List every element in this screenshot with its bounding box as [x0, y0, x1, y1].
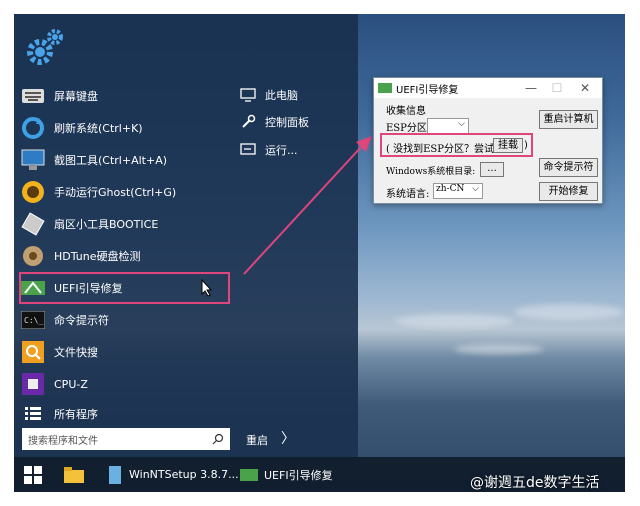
menu-item-label: 扇区小工具BOOTICE [54, 218, 159, 231]
cpuz-icon [20, 371, 46, 397]
start-repair-button[interactable]: 开始修复 [539, 182, 598, 201]
menu-item-label: 刷新系统(Ctrl+K) [54, 122, 143, 135]
maximize-button[interactable]: ☐ [548, 80, 566, 96]
menu-item-label: 屏幕键盘 [54, 90, 98, 103]
dialog-title: UEFI引导修复 [396, 84, 459, 96]
windows-root-label: Windows系统根目录: [386, 167, 476, 177]
hdtune-icon [20, 243, 46, 269]
menu-item-label: 截图工具(Ctrl+Alt+A) [54, 154, 168, 167]
esp-not-found-text: ( 没找到ESP分区？尝试 [386, 144, 494, 155]
uefi-app-icon [378, 83, 392, 93]
right-item-label: 此电脑 [265, 89, 298, 102]
uefi-item-highlight-box [19, 272, 230, 304]
folder-icon [64, 466, 84, 483]
windows-start-button[interactable] [24, 457, 42, 492]
browse-button[interactable]: ... [480, 162, 504, 177]
esp-not-found-close: ) [524, 140, 528, 151]
mount-button[interactable]: 挂载 [493, 138, 523, 153]
right-item-this-pc[interactable]: 此电脑 [239, 84, 298, 106]
menu-item-all-programs[interactable]: 所有程序 [20, 400, 230, 428]
menu-item-label: 所有程序 [54, 408, 98, 421]
keyboard-icon [20, 83, 46, 109]
cloud [394, 314, 514, 328]
svg-text:C:\_: C:\_ [24, 316, 43, 325]
cloud [454, 344, 544, 354]
settings-gear-icon [27, 29, 63, 65]
bootice-icon [20, 211, 46, 237]
search-input[interactable]: 搜索程序和文件 [22, 428, 230, 450]
restart-computer-button[interactable]: 重启计算机 [539, 110, 598, 129]
search-icon [212, 433, 224, 445]
pointer-arrow [243, 136, 372, 275]
ghost-icon [20, 179, 46, 205]
computer-icon [239, 86, 257, 104]
language-select[interactable]: zh-CN ⌵ [433, 183, 483, 199]
menu-item-refresh-system[interactable]: 刷新系统(Ctrl+K) [20, 114, 230, 142]
close-button[interactable]: ✕ [576, 80, 594, 96]
menu-item-cmd[interactable]: C:\_ 命令提示符 [20, 306, 230, 334]
mouse-cursor-icon [201, 279, 213, 297]
menu-item-label: CPU-Z [54, 377, 88, 391]
menu-item-onscreen-keyboard[interactable]: 屏幕键盘 [20, 82, 230, 110]
file-explorer-button[interactable] [64, 457, 84, 492]
minimize-button[interactable]: — [522, 80, 540, 96]
cmd-icon: C:\_ [20, 307, 46, 333]
taskbar-item-label: WinNTSetup 3.8.7... [129, 468, 239, 481]
menu-item-label: 手动运行Ghost(Ctrl+G) [54, 186, 177, 199]
chevron-down-icon: ⌵ [458, 119, 465, 129]
menu-item-label: 命令提示符 [54, 314, 109, 327]
all-programs-icon [20, 401, 46, 427]
winntsetup-icon [109, 465, 121, 484]
uefi-repair-icon [240, 468, 258, 481]
group-label: 收集信息 [386, 106, 426, 117]
screenshot-icon [20, 147, 46, 173]
dialog-titlebar: UEFI引导修复 — ☐ ✕ [374, 78, 602, 98]
esp-label: ESP分区: [386, 123, 431, 134]
search-placeholder: 搜索程序和文件 [28, 435, 98, 447]
restart-button[interactable]: 重启 [246, 432, 268, 448]
esp-partition-select[interactable]: ⌵ [427, 118, 469, 134]
menu-item-screenshot[interactable]: 截图工具(Ctrl+Alt+A) [20, 146, 230, 174]
restart-options-arrow-icon[interactable]: 〉 [281, 428, 295, 448]
taskbar-item-label: UEFI引导修复 [264, 468, 333, 482]
uefi-repair-dialog: UEFI引导修复 — ☐ ✕ 收集信息 ESP分区: ⌵ ( 没找到ESP分区？… [373, 77, 603, 204]
refresh-icon [20, 115, 46, 141]
taskbar-item-winntsetup[interactable]: WinNTSetup 3.8.7... [107, 457, 239, 492]
file-search-icon [20, 339, 46, 365]
menu-item-hdtune[interactable]: HDTune硬盘检测 [20, 242, 230, 270]
language-label: 系统语言: [386, 189, 430, 200]
language-value: zh-CN [436, 184, 465, 194]
menu-item-label: 文件快搜 [54, 346, 98, 359]
menu-item-cpuz[interactable]: CPU-Z [20, 370, 230, 398]
desktop: 屏幕键盘 刷新系统(Ctrl+K) 截图工具(Ctrl+Alt+A) 手动运行G… [14, 14, 625, 492]
command-prompt-button[interactable]: 命令提示符 [539, 158, 598, 177]
menu-item-file-search[interactable]: 文件快搜 [20, 338, 230, 366]
menu-item-bootice[interactable]: 扇区小工具BOOTICE [20, 210, 230, 238]
menu-item-label: HDTune硬盘检测 [54, 250, 141, 263]
chevron-down-icon: ⌵ [472, 184, 479, 194]
watermark: @谢週五de数字生活 [470, 475, 600, 491]
menu-item-ghost[interactable]: 手动运行Ghost(Ctrl+G) [20, 178, 230, 206]
cloud [514, 304, 624, 320]
taskbar-item-uefi-repair[interactable]: UEFI引导修复 [240, 457, 333, 492]
windows-logo-icon [24, 465, 42, 484]
